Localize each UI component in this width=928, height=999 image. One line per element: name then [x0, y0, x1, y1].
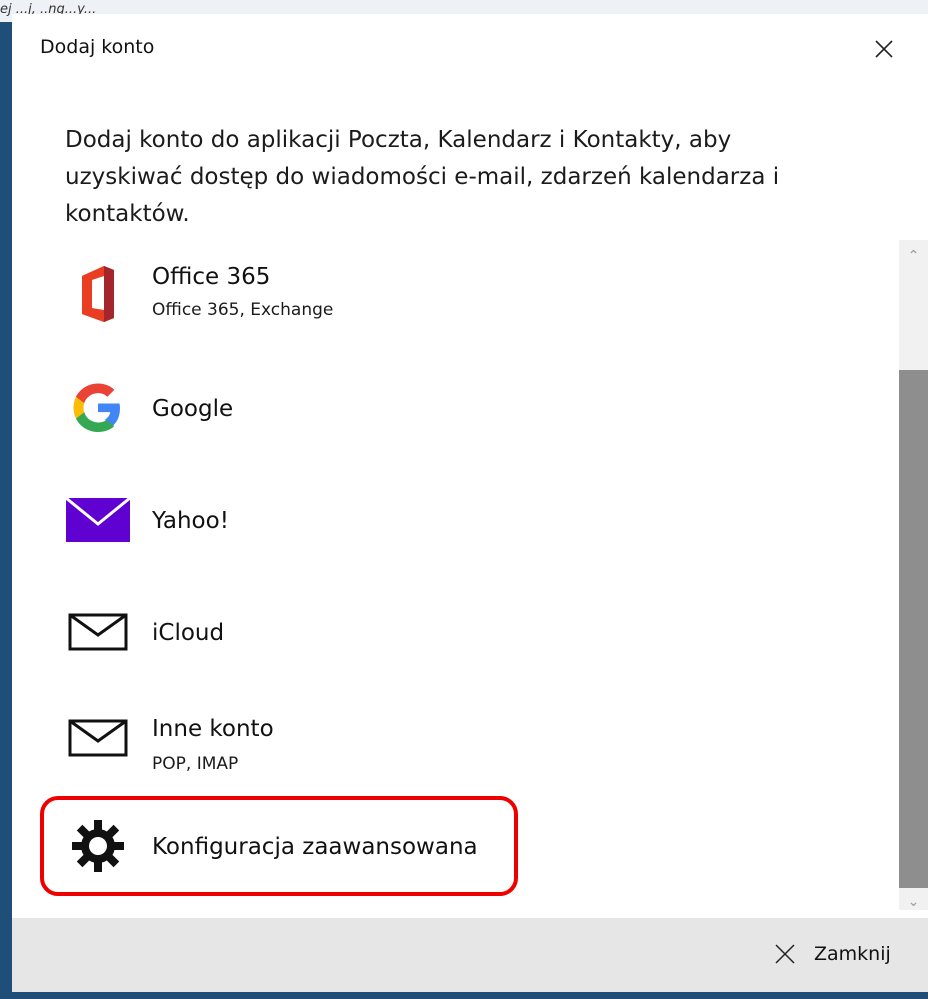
office-365-icon — [66, 262, 130, 326]
account-name: Google — [152, 396, 234, 422]
account-name: iCloud — [152, 620, 225, 646]
add-account-dialog: Dodaj konto Dodaj konto do aplikacji Poc… — [12, 14, 928, 992]
dialog-title: Dodaj konto — [40, 36, 155, 58]
footer-close-label: Zamknij — [814, 943, 891, 965]
dialog-footer: Zamknij — [12, 918, 928, 992]
account-name: Konfiguracja zaawansowana — [152, 834, 478, 860]
close-dialog-button[interactable] — [867, 32, 901, 66]
account-option-yahoo[interactable]: Yahoo! — [52, 468, 872, 572]
account-option-other[interactable]: Inne konto POP, IMAP — [52, 682, 872, 786]
account-option-icloud[interactable]: iCloud — [52, 580, 872, 684]
account-name: Office 365 — [152, 264, 271, 290]
account-name: Inne konto — [152, 716, 274, 742]
account-subtitle: Office 365, Exchange — [152, 300, 334, 320]
close-icon — [875, 40, 893, 58]
account-option-office-365[interactable]: Office 365 Office 365, Exchange — [52, 242, 872, 346]
envelope-icon — [66, 706, 130, 770]
vertical-scrollbar[interactable]: ⌃ ⌄ — [899, 240, 928, 910]
account-option-advanced-setup[interactable]: Konfiguracja zaawansowana — [52, 798, 872, 902]
scroll-up-arrow-icon[interactable]: ⌃ — [899, 244, 928, 268]
account-option-google[interactable]: Google — [52, 356, 872, 460]
account-subtitle: POP, IMAP — [152, 754, 239, 774]
gear-icon — [66, 814, 130, 878]
scrollbar-thumb[interactable] — [899, 370, 928, 888]
intro-text: Dodaj konto do aplikacji Poczta, Kalenda… — [65, 127, 780, 227]
close-icon — [775, 944, 795, 964]
footer-close-button[interactable]: Zamknij — [772, 938, 891, 970]
yahoo-mail-icon — [66, 488, 130, 552]
envelope-icon — [66, 600, 130, 664]
account-name: Yahoo! — [152, 508, 229, 534]
scroll-down-arrow-icon[interactable]: ⌄ — [899, 890, 928, 914]
google-icon — [66, 376, 130, 440]
